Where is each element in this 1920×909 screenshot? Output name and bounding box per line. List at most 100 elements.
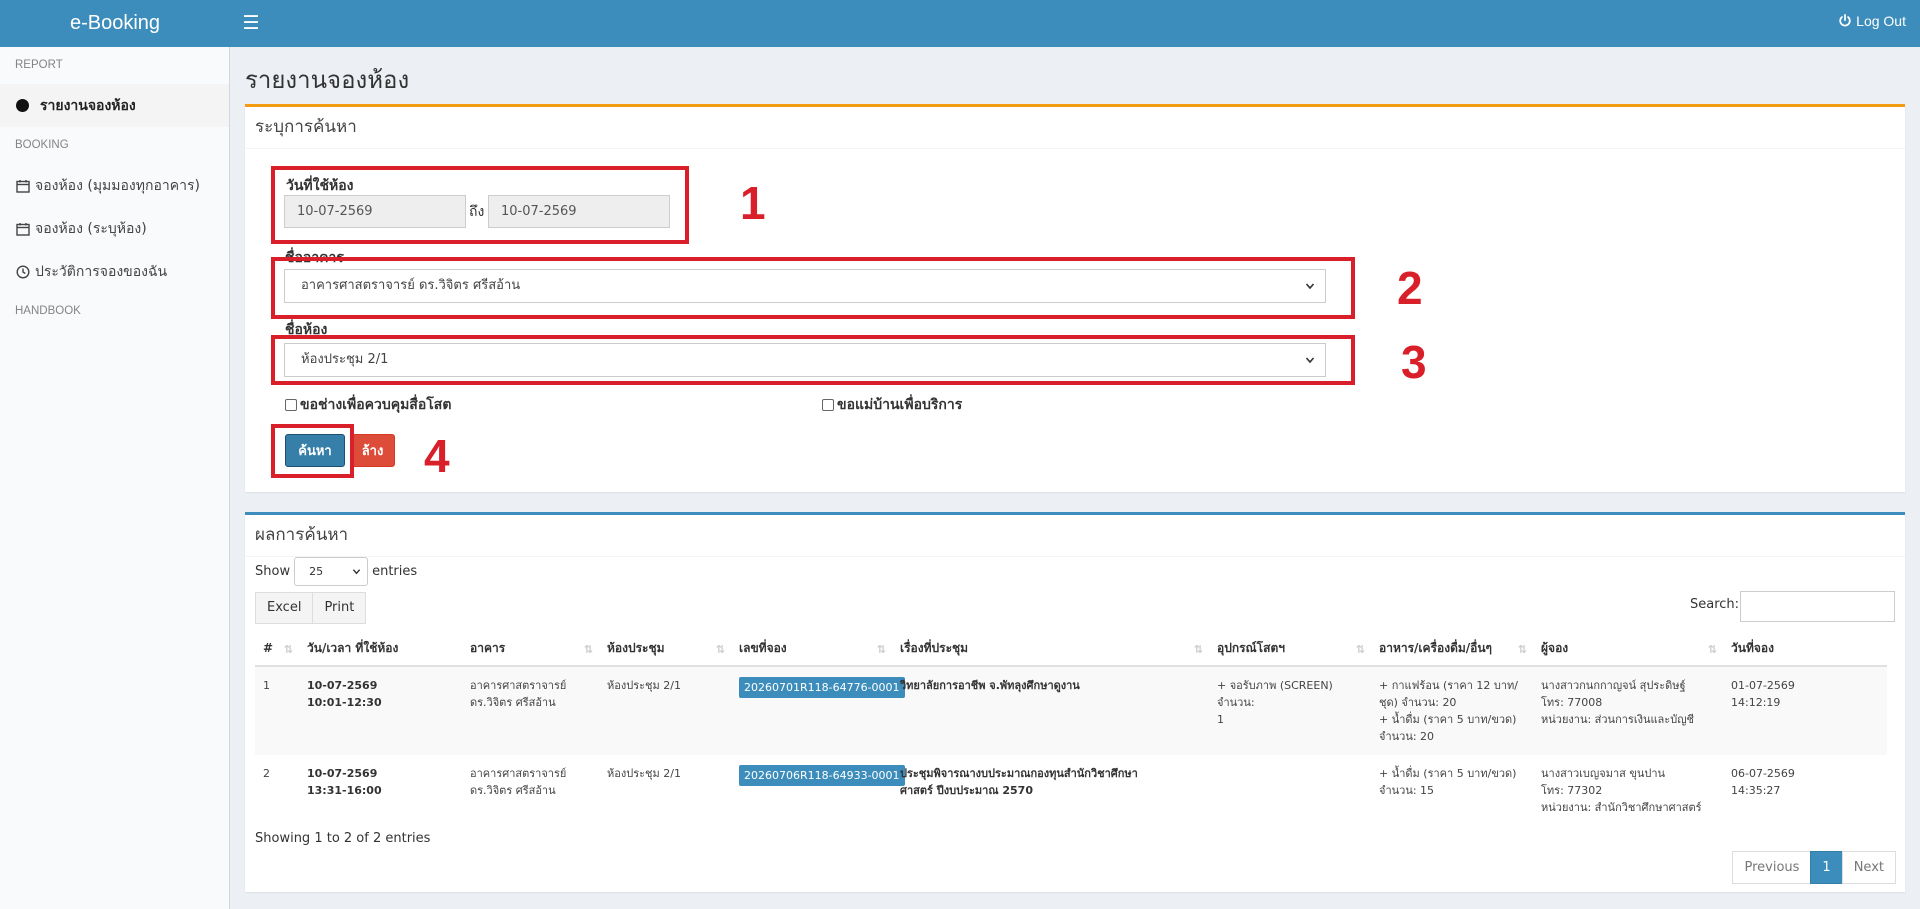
entries-label: entries [372,564,418,579]
room-select[interactable]: ห้องประชุม 2/1 [284,343,1326,377]
sort-icon: ⇅ [715,643,725,656]
app-logo[interactable]: e-Booking [0,0,230,47]
table-header-row: # ⇅ วัน/เวลา ที่ใช้ห้อง อาคาร ⇅ ห้องประชุม… [255,631,1887,667]
table-info: Showing 1 to 2 of 2 entries [255,831,431,846]
sidebar-item-book-all-buildings[interactable]: จองห้อง (มุมมองทุกอาคาร) [0,164,229,207]
circle-icon [16,99,29,112]
show-label: Show [255,564,291,579]
cell-booker: นางสาวเบญจมาส ขุนปาน โทร: 77302 หน่วยงาน: … [1541,767,1702,814]
sort-icon: ⇅ [1355,643,1365,656]
sort-icon: ⇅ [1517,643,1527,656]
cell-booker: นางสาวกนกกาญจน์ สุประดิษฐ์ โทร: 77008 หน่ว… [1533,666,1723,755]
sidebar-item-label: รายงานจองห้อง [40,97,136,114]
table-row: 2 10-07-2569 13:31-16:00 อาคารศาสตราจารย์… [255,755,1887,826]
maid-service-label: ขอแม่บ้านเพื่อบริการ [837,397,963,413]
column-header-topic[interactable]: เรื่องที่ประชุม ⇅ [892,631,1209,667]
calendar-icon [16,179,30,193]
page-title: รายงานจองห้อง [245,66,410,94]
cell-datetime: 10-07-2569 10:01-12:30 [299,666,462,755]
annotation-number-3: 3 [1401,336,1427,388]
cell-num: 2 [263,767,270,780]
column-header-ref[interactable]: เลขที่จอง ⇅ [731,631,892,667]
cell-booked-date: 01-07-2569 14:12:19 [1723,666,1887,755]
booking-ref-badge[interactable]: 20260706R118-64933-0001 [739,765,905,786]
cell-food: + น้ำดื่ม (ราคา 5 บาท/ขวด) จำนวน: 15 [1379,767,1517,797]
next-page-button[interactable]: Next [1841,851,1896,884]
cell-num: 1 [255,666,299,755]
av-technician-checkbox[interactable]: ขอช่างเพื่อควบคุมสื่อโสต [285,394,451,416]
print-button[interactable]: Print [312,592,367,624]
column-header-building[interactable]: อาคาร ⇅ [462,631,599,667]
sidebar-item-my-history[interactable]: ประวัติการจองของฉัน [0,250,229,293]
export-buttons: Excel Print [255,592,367,624]
table-search-input[interactable] [1740,591,1895,622]
cell-booked-date: 06-07-2569 14:35:27 [1731,767,1795,797]
building-select[interactable]: อาคารศาสตราจารย์ ดร.วิจิตร ศรีสอ้าน [284,269,1326,303]
chevron-down-icon [1305,283,1315,290]
results-panel-title: ผลการค้นหา [245,515,1905,557]
cell-topic: วิทยาลัยการอาชีพ จ.พัทลุงศึกษาดูงาน [892,666,1209,755]
column-header-booked-date[interactable]: วันที่จอง [1723,631,1887,667]
search-panel-title: ระบุการค้นหา [245,107,1905,149]
previous-page-button[interactable]: Previous [1732,851,1812,884]
column-header-booker[interactable]: ผู้จอง ⇅ [1533,631,1723,667]
page-length-control: Show 25 entries [255,557,417,586]
column-header-num[interactable]: # ⇅ [255,631,299,667]
date-label: วันที่ใช้ห้อง [286,178,354,194]
table-row: 1 10-07-2569 10:01-12:30 อาคารศาสตราจารย์… [255,666,1887,755]
building-label: ชื่ออาคาร [285,250,344,266]
logout-button[interactable]: Log Out [1838,13,1906,29]
annotation-number-1: 1 [740,177,766,229]
cell-datetime: 10-07-2569 13:31-16:00 [307,767,382,797]
page-1-button[interactable]: 1 [1810,851,1843,884]
checkbox-box[interactable] [285,399,297,411]
table-search-label: Search: [1690,597,1740,612]
av-technician-label: ขอช่างเพื่อควบคุมสื่อโสต [300,397,452,413]
sort-icon: ⇅ [876,643,886,656]
column-header-room[interactable]: ห้องประชุม ⇅ [599,631,731,667]
menu-toggle-icon[interactable]: ☰ [238,11,264,35]
clear-button[interactable]: ล้าง [350,434,395,467]
annotation-number-2: 2 [1397,262,1423,314]
cell-ref: 20260701R118-64776-0001 [731,666,905,755]
room-selected-value: ห้องประชุม 2/1 [301,352,389,367]
sidebar-section-booking: BOOKING [15,139,69,151]
column-header-datetime[interactable]: วัน/เวลา ที่ใช้ห้อง [299,631,462,667]
cell-av: + จอรับภาพ (SCREEN) จำนวน: 1 [1209,666,1371,755]
cell-ref: 20260706R118-64933-0001 [731,755,905,826]
cell-room: ห้องประชุม 2/1 [599,666,731,755]
cell-building: อาคารศาสตราจารย์ ดร.วิจิตร ศรีสอ้าน [470,767,567,797]
building-selected-value: อาคารศาสตราจารย์ ดร.วิจิตร ศรีสอ้าน [301,278,521,293]
cell-room: ห้องประชุม 2/1 [607,767,681,780]
cell-av [1209,755,1371,826]
results-table: # ⇅ วัน/เวลา ที่ใช้ห้อง อาคาร ⇅ ห้องประชุม… [255,631,1887,826]
sort-icon: ⇅ [1193,643,1203,656]
sidebar: REPORT รายงานจองห้อง BOOKING จองห้อง (มุ… [0,47,230,909]
sidebar-section-handbook: HANDBOOK [15,305,81,317]
top-navbar: e-Booking ☰ Log Out [0,0,1920,47]
sidebar-item-booking-report[interactable]: รายงานจองห้อง [0,84,229,127]
sort-icon: ⇅ [283,643,293,656]
sidebar-item-label: จองห้อง (มุมมองทุกอาคาร) [35,177,200,194]
booking-ref-badge[interactable]: 20260701R118-64776-0001 [739,677,905,698]
excel-button[interactable]: Excel [255,592,314,624]
sort-icon: ⇅ [583,643,593,656]
pagination: Previous 1 Next [1732,851,1896,884]
cell-topic: ประชุมพิจารณางบประมาณกองทุนสำนักวิชาศึกษ… [900,767,1138,797]
sidebar-item-book-specific-room[interactable]: จองห้อง (ระบุห้อง) [0,207,229,250]
column-header-food[interactable]: อาหาร/เครื่องดื่ม/อื่นๆ ⇅ [1371,631,1533,667]
logout-label: Log Out [1856,13,1906,29]
page-length-select[interactable]: 25 [294,557,369,586]
column-header-av[interactable]: อุปกรณ์โสตฯ ⇅ [1209,631,1371,667]
sort-icon: ⇅ [1707,643,1717,656]
power-icon [1839,14,1851,27]
chevron-down-icon [352,569,361,575]
maid-service-checkbox[interactable]: ขอแม่บ้านเพื่อบริการ [822,394,962,416]
date-from-input[interactable]: 10-07-2569 [284,195,466,228]
sidebar-item-label: ประวัติการจองของฉัน [35,263,168,280]
clock-icon [16,264,30,279]
checkbox-box[interactable] [822,399,834,411]
cell-food: + กาแฟร้อน (ราคา 12 บาท/ชุด) จำนวน: 20 + … [1371,666,1533,755]
search-button[interactable]: ค้นหา [285,434,345,467]
date-to-input[interactable]: 10-07-2569 [488,195,670,228]
